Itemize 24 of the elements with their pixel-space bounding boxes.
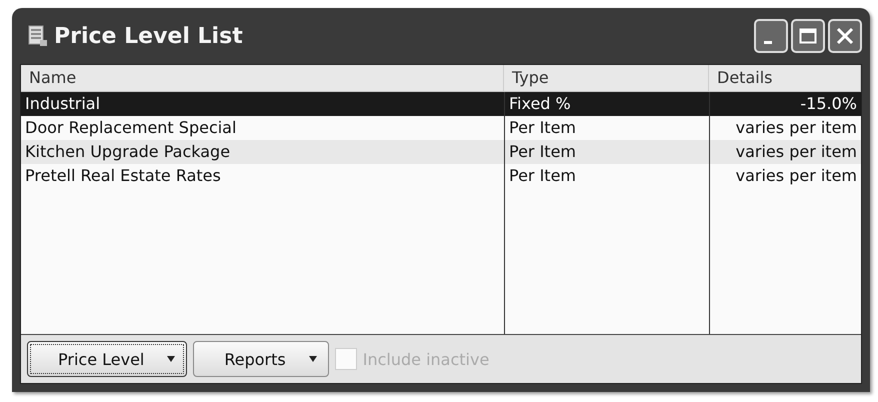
- dropdown-button[interactable]: Price Level: [27, 341, 188, 377]
- table-cell-text: Pretell Real Estate Rates: [24, 165, 222, 187]
- table-row[interactable]: Kitchen Upgrade Package Per Item varies per item: [21, 140, 861, 164]
- close-button[interactable]: [828, 19, 862, 53]
- minimize-icon: [764, 40, 772, 44]
- minimize-button[interactable]: [754, 19, 788, 53]
- caret-icon: [166, 355, 176, 363]
- table-cell-text: Industrial: [24, 93, 102, 115]
- table-cell: Per Item: [504, 164, 709, 188]
- maximize-button[interactable]: [791, 19, 825, 53]
- table-cell-text: Kitchen Upgrade Package: [24, 141, 232, 163]
- maximize-icon: [799, 28, 817, 44]
- column-header[interactable]: Type: [504, 65, 709, 91]
- close-icon: [836, 27, 854, 45]
- table-row[interactable]: Industrial Fixed % -15.0%: [21, 92, 861, 116]
- caret-icon: [308, 355, 318, 363]
- window-title: Price Level List: [54, 24, 243, 48]
- list-icon: [28, 25, 48, 47]
- column-header[interactable]: Name: [21, 65, 504, 91]
- column-header[interactable]: Details: [709, 65, 861, 91]
- table-cell-text: Door Replacement Special: [24, 117, 238, 139]
- dropdown-button[interactable]: Reports: [193, 341, 329, 377]
- table-cell: varies per item: [709, 164, 861, 188]
- checkbox-label: Include inactive: [362, 350, 490, 368]
